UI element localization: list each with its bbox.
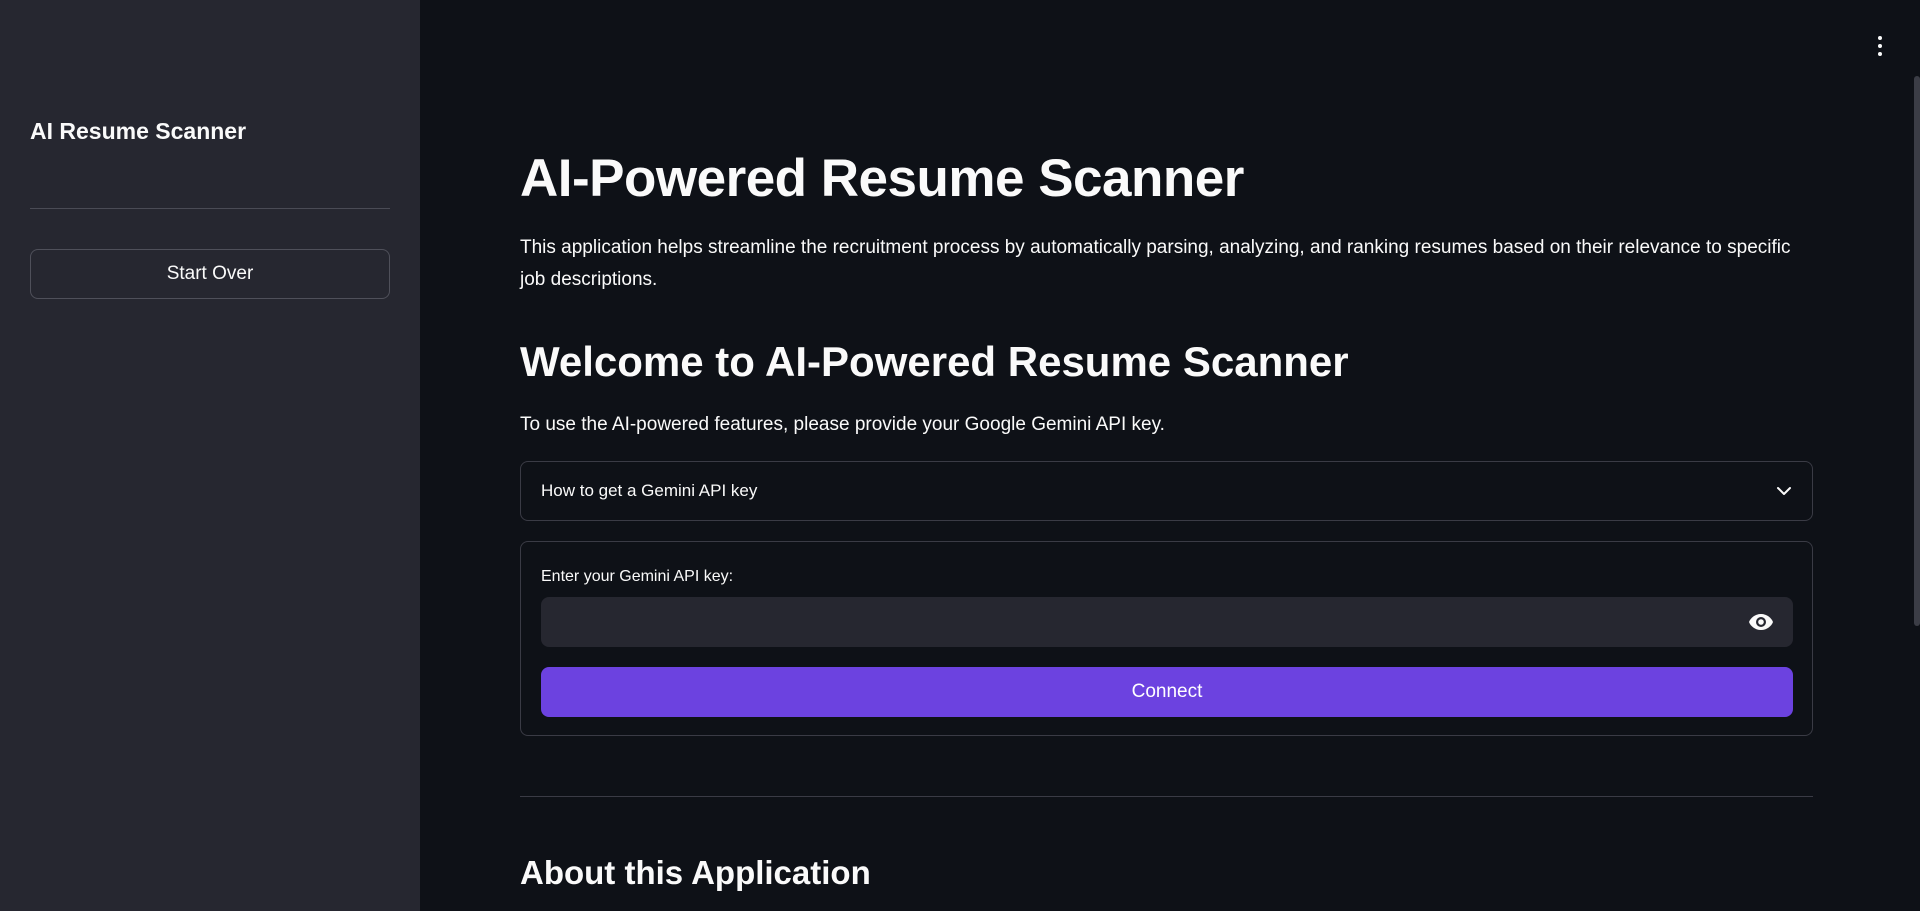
sidebar-title: AI Resume Scanner: [30, 118, 247, 144]
about-heading: About this Application: [520, 854, 871, 891]
api-key-label: Enter your Gemini API key:: [541, 568, 734, 585]
start-over-button[interactable]: Start Over: [30, 249, 390, 299]
intro-text: This application helps streamline the re…: [520, 237, 1791, 290]
sidebar-divider: [30, 208, 390, 209]
kebab-menu-icon[interactable]: [1876, 36, 1884, 56]
api-key-form: Enter your Gemini API key: Connect: [520, 541, 1813, 736]
expander-label: How to get a Gemini API key: [541, 481, 758, 500]
welcome-heading: Welcome to AI-Powered Resume Scanner: [520, 338, 1349, 385]
menu-dot: [1878, 44, 1882, 48]
page-title: AI-Powered Resume Scanner: [520, 149, 1244, 208]
menu-dot: [1878, 36, 1882, 40]
chevron-down-icon: [1776, 486, 1792, 496]
eye-icon[interactable]: [1747, 609, 1775, 635]
menu-dot: [1878, 52, 1882, 56]
app-root: AI Resume Scanner Start Over AI-Powered …: [0, 0, 1920, 911]
api-key-input-wrapper: [541, 597, 1793, 647]
sidebar: AI Resume Scanner Start Over: [0, 0, 420, 911]
scrollbar[interactable]: [1914, 76, 1920, 626]
instructions-text: To use the AI-powered features, please p…: [520, 414, 1165, 435]
main-content: AI-Powered Resume Scanner This applicati…: [520, 0, 1813, 911]
section-divider: [520, 796, 1813, 797]
api-key-input[interactable]: [541, 597, 1731, 647]
connect-button[interactable]: Connect: [541, 667, 1793, 717]
api-key-help-expander[interactable]: How to get a Gemini API key: [520, 461, 1813, 521]
